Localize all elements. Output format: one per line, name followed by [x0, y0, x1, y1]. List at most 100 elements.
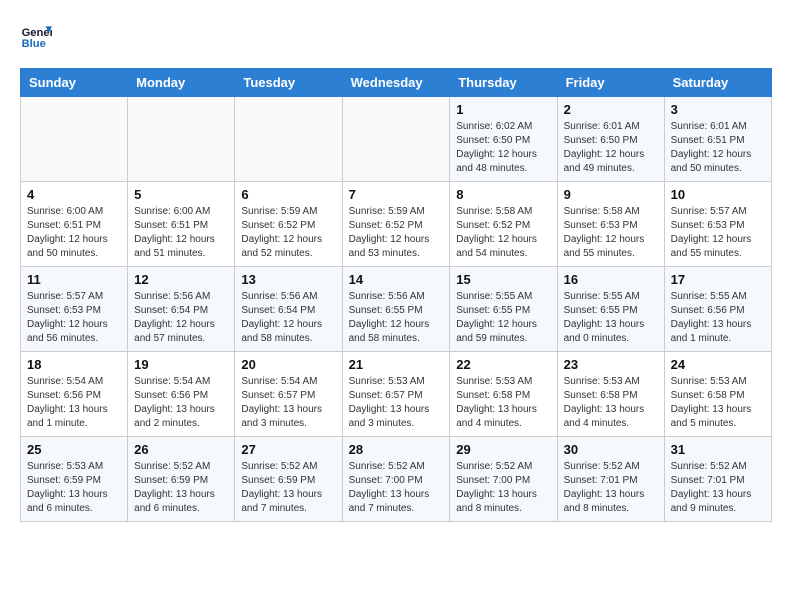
day-info: Sunrise: 5:52 AMSunset: 7:00 PMDaylight:…: [456, 460, 550, 516]
day-cell: 28 Sunrise: 5:52 AMSunset: 7:00 PMDayligh…: [342, 437, 450, 522]
day-info: Sunrise: 5:56 AMSunset: 6:54 PMDaylight:…: [241, 290, 335, 346]
day-cell: 24 Sunrise: 5:53 AMSunset: 6:58 PMDayligh…: [664, 352, 771, 437]
day-number: 11: [27, 272, 121, 287]
day-number: 4: [27, 187, 121, 202]
day-cell: 15Sunrise: 5:55 AMSunset: 6:55 PMDayligh…: [450, 267, 557, 352]
day-info: Sunrise: 5:54 AMSunset: 6:56 PMDaylight:…: [27, 375, 121, 431]
day-number: 30: [564, 442, 658, 457]
day-number: 24: [671, 357, 765, 372]
day-info: Sunrise: 5:59 AMSunset: 6:52 PMDaylight:…: [349, 205, 444, 261]
weekday-header-thursday: Thursday: [450, 69, 557, 97]
day-cell: [21, 97, 128, 182]
day-info: Sunrise: 6:01 AMSunset: 6:50 PMDaylight:…: [564, 120, 658, 176]
day-cell: 4 Sunrise: 6:00 AMSunset: 6:51 PMDaylight…: [21, 182, 128, 267]
day-number: 23: [564, 357, 658, 372]
day-cell: 2 Sunrise: 6:01 AMSunset: 6:50 PMDaylight…: [557, 97, 664, 182]
day-number: 28: [349, 442, 444, 457]
day-info: Sunrise: 5:52 AMSunset: 7:01 PMDaylight:…: [564, 460, 658, 516]
day-number: 6: [241, 187, 335, 202]
day-number: 26: [134, 442, 228, 457]
day-cell: 11 Sunrise: 5:57 AMSunset: 6:53 PMDayligh…: [21, 267, 128, 352]
day-number: 16: [564, 272, 658, 287]
day-info: Sunrise: 5:52 AMSunset: 7:00 PMDaylight:…: [349, 460, 444, 516]
day-number: 9: [564, 187, 658, 202]
day-cell: 18 Sunrise: 5:54 AMSunset: 6:56 PMDayligh…: [21, 352, 128, 437]
day-number: 15: [456, 272, 550, 287]
day-info: Sunrise: 5:54 AMSunset: 6:56 PMDaylight:…: [134, 375, 228, 431]
day-number: 1: [456, 102, 550, 117]
day-info: Sunrise: 5:53 AMSunset: 6:58 PMDaylight:…: [671, 375, 765, 431]
day-info: Sunrise: 5:52 AMSunset: 6:59 PMDaylight:…: [241, 460, 335, 516]
day-number: 22: [456, 357, 550, 372]
day-number: 13: [241, 272, 335, 287]
day-cell: 20 Sunrise: 5:54 AMSunset: 6:57 PMDayligh…: [235, 352, 342, 437]
day-cell: 14 Sunrise: 5:56 AMSunset: 6:55 PMDayligh…: [342, 267, 450, 352]
day-info: Sunrise: 5:55 AMSunset: 6:55 PMDaylight:…: [564, 290, 658, 346]
day-number: 5: [134, 187, 228, 202]
day-info: Sunrise: 5:54 AMSunset: 6:57 PMDaylight:…: [241, 375, 335, 431]
day-cell: [342, 97, 450, 182]
day-number: 2: [564, 102, 658, 117]
day-info: Sunrise: 5:59 AMSunset: 6:52 PMDaylight:…: [241, 205, 335, 261]
day-cell: 3Sunrise: 6:01 AMSunset: 6:51 PMDaylight…: [664, 97, 771, 182]
day-number: 8: [456, 187, 550, 202]
day-number: 14: [349, 272, 444, 287]
weekday-header-wednesday: Wednesday: [342, 69, 450, 97]
day-number: 27: [241, 442, 335, 457]
day-info: Sunrise: 5:56 AMSunset: 6:55 PMDaylight:…: [349, 290, 444, 346]
weekday-header-tuesday: Tuesday: [235, 69, 342, 97]
day-number: 21: [349, 357, 444, 372]
day-cell: 29 Sunrise: 5:52 AMSunset: 7:00 PMDayligh…: [450, 437, 557, 522]
day-number: 17: [671, 272, 765, 287]
day-cell: 13 Sunrise: 5:56 AMSunset: 6:54 PMDayligh…: [235, 267, 342, 352]
day-info: Sunrise: 5:57 AMSunset: 6:53 PMDaylight:…: [671, 205, 765, 261]
day-number: 25: [27, 442, 121, 457]
day-cell: 5 Sunrise: 6:00 AMSunset: 6:51 PMDaylight…: [128, 182, 235, 267]
day-number: 19: [134, 357, 228, 372]
day-number: 31: [671, 442, 765, 457]
week-row-5: 25Sunrise: 5:53 AMSunset: 6:59 PMDayligh…: [21, 437, 772, 522]
day-cell: 30 Sunrise: 5:52 AMSunset: 7:01 PMDayligh…: [557, 437, 664, 522]
day-cell: 12 Sunrise: 5:56 AMSunset: 6:54 PMDayligh…: [128, 267, 235, 352]
logo-icon: General Blue: [20, 20, 52, 52]
day-cell: 25Sunrise: 5:53 AMSunset: 6:59 PMDayligh…: [21, 437, 128, 522]
weekday-header-saturday: Saturday: [664, 69, 771, 97]
day-cell: 23Sunrise: 5:53 AMSunset: 6:58 PMDayligh…: [557, 352, 664, 437]
day-info: Sunrise: 6:00 AMSunset: 6:51 PMDaylight:…: [134, 205, 228, 261]
day-number: 10: [671, 187, 765, 202]
day-number: 18: [27, 357, 121, 372]
day-info: Sunrise: 5:52 AMSunset: 7:01 PMDaylight:…: [671, 460, 765, 516]
day-cell: 8 Sunrise: 5:58 AMSunset: 6:52 PMDaylight…: [450, 182, 557, 267]
day-cell: [235, 97, 342, 182]
day-cell: 21 Sunrise: 5:53 AMSunset: 6:57 PMDayligh…: [342, 352, 450, 437]
day-cell: 31 Sunrise: 5:52 AMSunset: 7:01 PMDayligh…: [664, 437, 771, 522]
day-number: 20: [241, 357, 335, 372]
day-info: Sunrise: 6:02 AMSunset: 6:50 PMDaylight:…: [456, 120, 550, 176]
day-cell: 16 Sunrise: 5:55 AMSunset: 6:55 PMDayligh…: [557, 267, 664, 352]
page-header: General Blue: [20, 20, 772, 52]
day-cell: 7 Sunrise: 5:59 AMSunset: 6:52 PMDaylight…: [342, 182, 450, 267]
weekday-header-row: SundayMondayTuesdayWednesdayThursdayFrid…: [21, 69, 772, 97]
day-cell: 1 Sunrise: 6:02 AMSunset: 6:50 PMDaylight…: [450, 97, 557, 182]
week-row-1: 1 Sunrise: 6:02 AMSunset: 6:50 PMDaylight…: [21, 97, 772, 182]
day-info: Sunrise: 5:53 AMSunset: 6:57 PMDaylight:…: [349, 375, 444, 431]
day-info: Sunrise: 6:00 AMSunset: 6:51 PMDaylight:…: [27, 205, 121, 261]
day-info: Sunrise: 5:58 AMSunset: 6:52 PMDaylight:…: [456, 205, 550, 261]
day-cell: 26Sunrise: 5:52 AMSunset: 6:59 PMDayligh…: [128, 437, 235, 522]
day-info: Sunrise: 5:56 AMSunset: 6:54 PMDaylight:…: [134, 290, 228, 346]
day-cell: 17Sunrise: 5:55 AMSunset: 6:56 PMDayligh…: [664, 267, 771, 352]
week-row-2: 4 Sunrise: 6:00 AMSunset: 6:51 PMDaylight…: [21, 182, 772, 267]
day-cell: 9 Sunrise: 5:58 AMSunset: 6:53 PMDaylight…: [557, 182, 664, 267]
day-info: Sunrise: 5:58 AMSunset: 6:53 PMDaylight:…: [564, 205, 658, 261]
day-info: Sunrise: 5:53 AMSunset: 6:58 PMDaylight:…: [456, 375, 550, 431]
day-cell: 22 Sunrise: 5:53 AMSunset: 6:58 PMDayligh…: [450, 352, 557, 437]
day-number: 12: [134, 272, 228, 287]
day-info: Sunrise: 5:57 AMSunset: 6:53 PMDaylight:…: [27, 290, 121, 346]
week-row-3: 11 Sunrise: 5:57 AMSunset: 6:53 PMDayligh…: [21, 267, 772, 352]
weekday-header-sunday: Sunday: [21, 69, 128, 97]
day-number: 7: [349, 187, 444, 202]
day-number: 29: [456, 442, 550, 457]
day-cell: 19 Sunrise: 5:54 AMSunset: 6:56 PMDayligh…: [128, 352, 235, 437]
day-cell: 27 Sunrise: 5:52 AMSunset: 6:59 PMDayligh…: [235, 437, 342, 522]
weekday-header-monday: Monday: [128, 69, 235, 97]
